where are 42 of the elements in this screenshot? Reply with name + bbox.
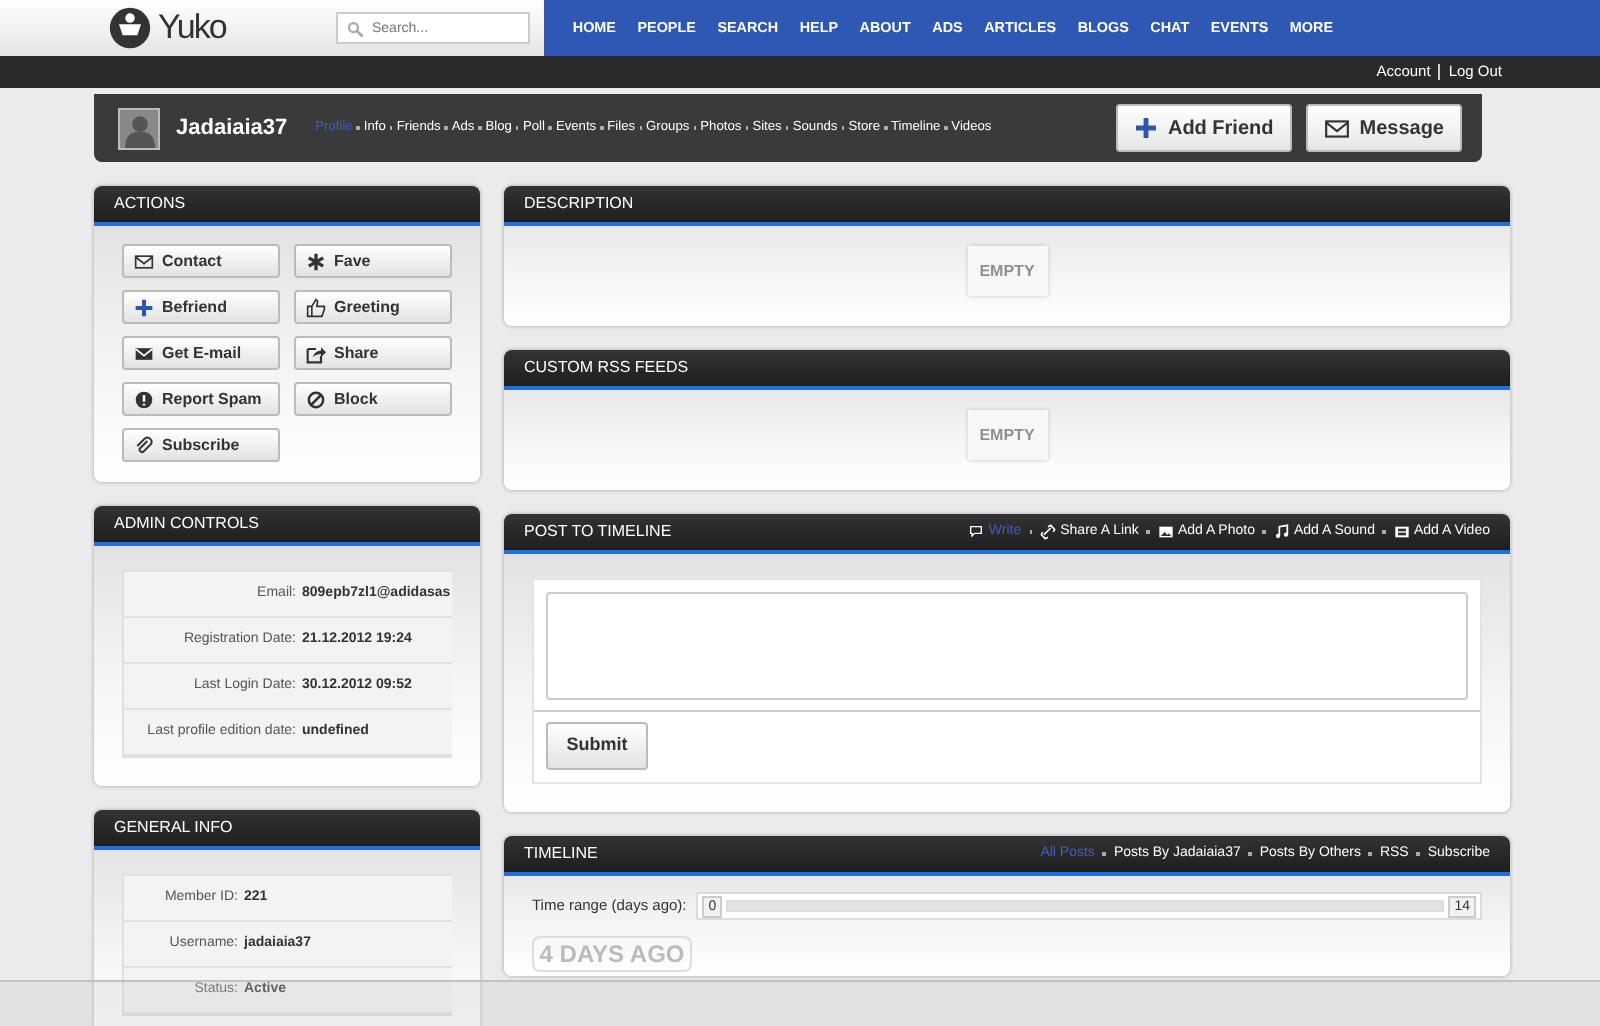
- post-text-area[interactable]: [546, 592, 1468, 700]
- panel-title: POST TO TIMELINE: [524, 520, 672, 544]
- share-icon: [306, 343, 326, 363]
- film-icon: [1393, 524, 1410, 540]
- action-button[interactable]: Block: [294, 382, 452, 416]
- panel-title: GENERAL INFO: [114, 816, 233, 840]
- action-button[interactable]: Get E-mail: [122, 336, 280, 370]
- music-note-icon: [1273, 524, 1290, 540]
- paperclip-icon: [134, 435, 154, 455]
- username: Jadaiaia37: [176, 113, 288, 144]
- action-button[interactable]: Befriend: [122, 290, 280, 324]
- submit-button[interactable]: Submit: [546, 722, 648, 770]
- photo-icon: [1157, 524, 1174, 540]
- logo-icon: [108, 6, 152, 50]
- add-friend-button[interactable]: Add Friend: [1115, 104, 1292, 152]
- plus-icon: [134, 297, 154, 317]
- empty-label: EMPTY: [967, 246, 1047, 296]
- logo-text: Yuko: [158, 6, 226, 51]
- panel-title: ACTIONS: [114, 192, 186, 216]
- panel-title: ADMIN CONTROLS: [114, 512, 259, 536]
- panel-title: CUSTOM RSS FEEDS: [524, 356, 689, 380]
- speech-bubble-icon: [968, 524, 985, 540]
- action-button[interactable]: Subscribe: [122, 428, 280, 462]
- envelope-icon: [1323, 115, 1350, 141]
- message-button[interactable]: Message: [1305, 104, 1462, 152]
- action-button[interactable]: Contact: [122, 244, 280, 278]
- action-button[interactable]: Report Spam: [122, 382, 280, 416]
- plus-icon: [1133, 116, 1158, 140]
- panel-title: TIMELINE: [524, 842, 598, 866]
- asterisk-icon: [306, 251, 326, 271]
- exclamation-icon: [134, 389, 154, 409]
- action-button[interactable]: Share: [294, 336, 452, 370]
- thumbs-up-icon: [306, 297, 326, 317]
- action-button[interactable]: Greeting: [294, 290, 452, 324]
- post-age-label: 4 DAYS AGO: [532, 936, 692, 972]
- envelope-icon: [134, 343, 154, 363]
- envelope-icon: [134, 251, 154, 271]
- empty-label: EMPTY: [967, 410, 1047, 460]
- search-icon: [346, 20, 364, 38]
- block-icon: [306, 389, 326, 409]
- panel-title: DESCRIPTION: [524, 192, 634, 216]
- action-button[interactable]: Fave: [294, 244, 452, 278]
